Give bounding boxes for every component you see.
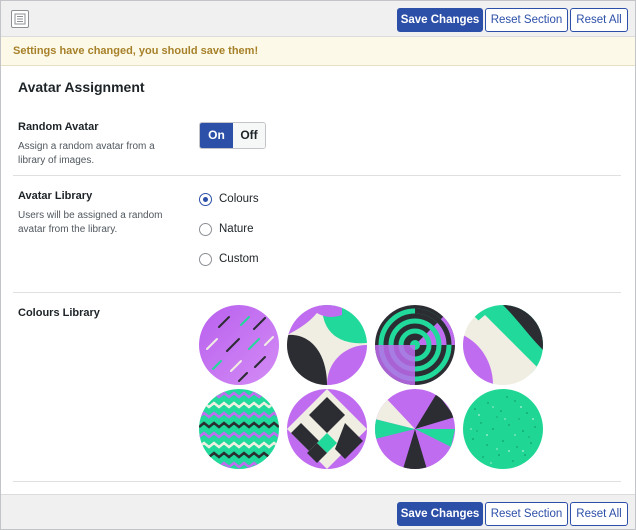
avatar-concentric-rings[interactable] bbox=[375, 305, 455, 385]
avatar-green-speckle[interactable] bbox=[463, 389, 543, 469]
radio-button[interactable] bbox=[199, 252, 212, 266]
avatar-library-title: Avatar Library bbox=[18, 190, 93, 202]
toggle-on-button[interactable]: On bbox=[200, 123, 233, 148]
colours-library-title: Colours Library bbox=[18, 307, 100, 319]
avatar-diamond-blocks[interactable] bbox=[287, 389, 367, 469]
unsaved-notice: Settings have changed, you should save t… bbox=[1, 37, 635, 66]
reset-section-button-bottom[interactable]: Reset Section bbox=[485, 502, 568, 526]
radio-colours[interactable]: Colours bbox=[199, 191, 259, 207]
settings-panel: Save Changes Reset Section Reset All Set… bbox=[0, 0, 636, 530]
divider bbox=[13, 481, 621, 482]
random-avatar-title: Random Avatar bbox=[18, 121, 99, 133]
section-title: Avatar Assignment bbox=[18, 79, 145, 95]
reset-all-button-bottom[interactable]: Reset All bbox=[570, 502, 628, 526]
random-avatar-description: Assign a random avatar from a library of… bbox=[18, 141, 155, 166]
save-button-bottom[interactable]: Save Changes bbox=[397, 502, 483, 526]
radio-button[interactable] bbox=[199, 222, 212, 236]
list-icon[interactable] bbox=[11, 10, 29, 28]
random-avatar-toggle[interactable]: On Off bbox=[199, 122, 266, 149]
divider bbox=[13, 175, 621, 176]
save-button-top[interactable]: Save Changes bbox=[397, 8, 483, 32]
avatar-purple-dashes[interactable] bbox=[199, 305, 279, 385]
top-toolbar: Save Changes Reset Section Reset All bbox=[1, 1, 635, 37]
avatar-split-diagonal[interactable] bbox=[463, 305, 543, 385]
radio-label: Colours bbox=[219, 193, 259, 205]
radio-label: Nature bbox=[219, 223, 254, 235]
reset-all-button-top[interactable]: Reset All bbox=[570, 8, 628, 32]
toggle-off-button[interactable]: Off bbox=[233, 123, 265, 148]
radio-label: Custom bbox=[219, 253, 259, 265]
bottom-toolbar: Save Changes Reset Section Reset All bbox=[1, 494, 635, 529]
avatar-zigzag-stripes[interactable] bbox=[199, 389, 279, 469]
reset-section-button-top[interactable]: Reset Section bbox=[485, 8, 568, 32]
avatar-pinwheel[interactable] bbox=[375, 389, 455, 469]
radio-nature[interactable]: Nature bbox=[199, 221, 254, 237]
avatar-library-description: Users will be assigned a random avatar f… bbox=[18, 210, 163, 235]
radio-button[interactable] bbox=[199, 192, 212, 206]
avatar-green-purple-curves[interactable] bbox=[287, 305, 367, 385]
radio-custom[interactable]: Custom bbox=[199, 251, 259, 267]
divider bbox=[13, 292, 621, 293]
